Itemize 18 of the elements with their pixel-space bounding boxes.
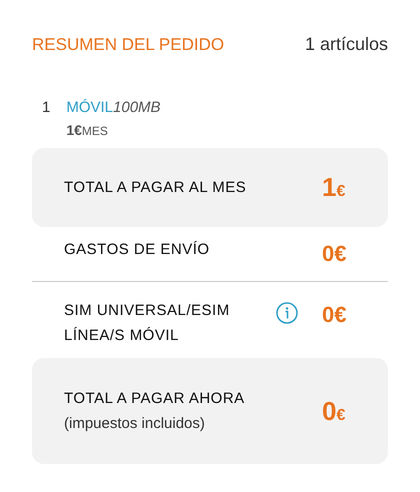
tax-note: (impuestos incluidos) xyxy=(64,415,206,432)
cost-label: TOTAL A PAGAR AL MES xyxy=(64,179,248,196)
cost-amount: 0€ xyxy=(322,302,348,328)
price-period: MES xyxy=(82,124,108,138)
cost-label: LÍNEA/S MÓVIL xyxy=(64,327,180,344)
item-count: 1 artículos xyxy=(304,34,388,55)
product-detail: 100MB xyxy=(113,99,161,116)
cost-label: SIM UNIVERSAL/ESIM xyxy=(64,302,231,319)
cost-amount: 1€ xyxy=(322,172,346,203)
product-name: MÓVIL xyxy=(66,99,114,116)
product-price: 1€ xyxy=(66,122,82,138)
cost-label: TOTAL A PAGAR AHORA xyxy=(64,390,246,407)
cost-label: GASTOS DE ENVÍO xyxy=(64,241,211,258)
info-icon[interactable] xyxy=(276,302,298,324)
cost-amount: 0€ xyxy=(322,396,346,426)
item-quantity: 1 xyxy=(42,99,50,118)
section-title: RESUMEN DEL PEDIDO xyxy=(32,34,224,54)
cost-amount: 0€ xyxy=(322,241,348,267)
